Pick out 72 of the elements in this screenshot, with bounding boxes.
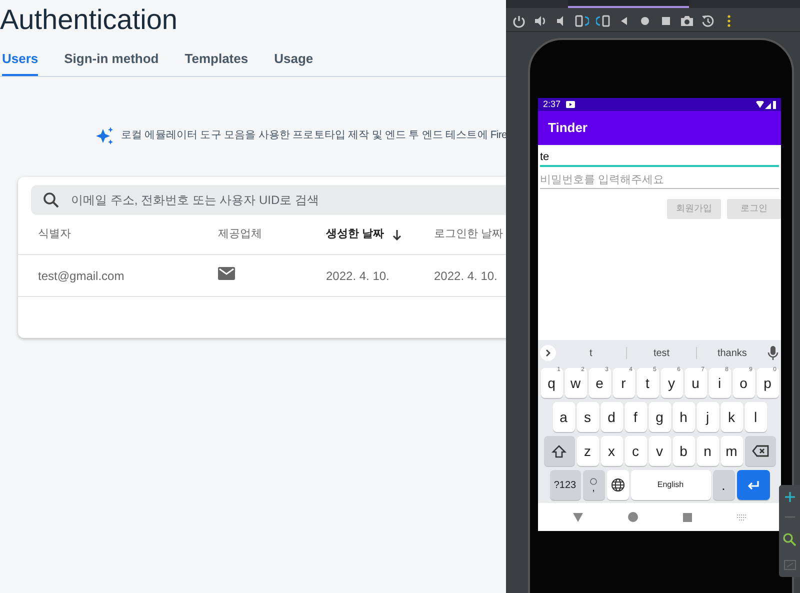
microphone-icon[interactable] [767,346,780,360]
status-time: 2:37 [543,98,561,111]
key[interactable]: c [624,436,646,466]
tab[interactable]: Sign-in method [64,50,159,76]
key[interactable]: , [582,470,604,500]
app-bar: Tinder [538,111,781,145]
column-header[interactable]: 식별자 [38,226,71,243]
power-icon[interactable] [512,14,526,28]
key[interactable]: s [576,402,598,432]
key[interactable]: English [630,470,710,500]
key[interactable]: v [648,436,670,466]
sort-down-icon [392,228,402,240]
status-icons-drawing [756,100,776,108]
shift-icon [551,444,567,458]
text-field[interactable]: 비밀번호를 입력해주세요 [540,171,779,189]
tab[interactable]: Users [2,50,38,76]
mail-icon [218,266,235,280]
table-cell-text: test@gmail.com [38,268,126,284]
window-tab[interactable] [568,0,689,8]
suggestion[interactable]: thanks [697,346,768,360]
column-header[interactable]: 제공업체 [218,226,262,243]
banner-text: 로컬 에뮬레이터 도구 모음을 사용한 프로토타입 제작 및 엔드 투 엔드 테스트에 Fire [121,128,506,144]
table-cell-text: 2022. 4. 10. [434,268,498,284]
key[interactable]: a [552,402,574,432]
column-header[interactable]: 생성한 날짜 [326,226,384,243]
key[interactable]: x [600,436,622,466]
back-triangle-icon[interactable] [572,512,582,522]
text-field[interactable]: te [540,149,779,167]
key[interactable]: . [712,470,734,500]
key[interactable] [544,436,574,466]
enter-icon [746,479,760,491]
key[interactable]: f [624,402,646,432]
tab[interactable]: Usage [274,50,314,76]
emoji-icon [590,478,597,484]
key[interactable]: h [672,402,694,432]
sparkle-icon [95,126,115,146]
key[interactable]: g [648,402,670,432]
camera-icon[interactable] [680,14,694,28]
tab[interactable]: Templates [184,50,248,76]
key[interactable]: l [744,402,766,432]
expand-icon[interactable] [540,344,556,361]
key[interactable]: n [696,436,718,466]
snapshot-icon[interactable] [701,14,715,28]
table-cell-text: 2022. 4. 10. [326,268,390,284]
notification-icon [566,101,575,108]
key[interactable] [606,470,628,500]
rotate-right-icon[interactable] [596,14,610,28]
key[interactable] [744,436,776,466]
column-header[interactable]: 로그인한 날짜 [434,226,504,243]
search-bar[interactable]: 이메일 주소, 전화번호 또는 사용자 UID로 검색 [31,185,506,215]
rotate-left-icon[interactable] [575,14,589,28]
suggestion[interactable]: test [626,346,696,360]
search-field[interactable]: 이메일 주소, 전화번호 또는 사용자 UID로 검색 [69,190,506,210]
search-icon [43,192,59,208]
volume-up-icon[interactable] [533,14,547,28]
globe-icon [610,478,624,492]
key[interactable]: b [672,436,694,466]
zoom-in-icon[interactable] [784,492,794,502]
home-circle-icon[interactable] [628,512,638,522]
key[interactable]: j [696,402,718,432]
zoom-icon[interactable] [783,532,796,546]
key[interactable]: z [576,436,598,466]
suggestion[interactable]: t [556,346,626,360]
key[interactable]: m [720,436,742,466]
overview-icon[interactable] [659,14,673,28]
overview-square-icon[interactable] [682,512,692,522]
page-title: Authentication [0,3,178,37]
key[interactable]: ?123 [550,470,580,500]
key[interactable]: d [600,402,622,432]
home-icon[interactable] [638,14,652,28]
key[interactable]: k [720,402,742,432]
backspace-icon [752,444,768,458]
